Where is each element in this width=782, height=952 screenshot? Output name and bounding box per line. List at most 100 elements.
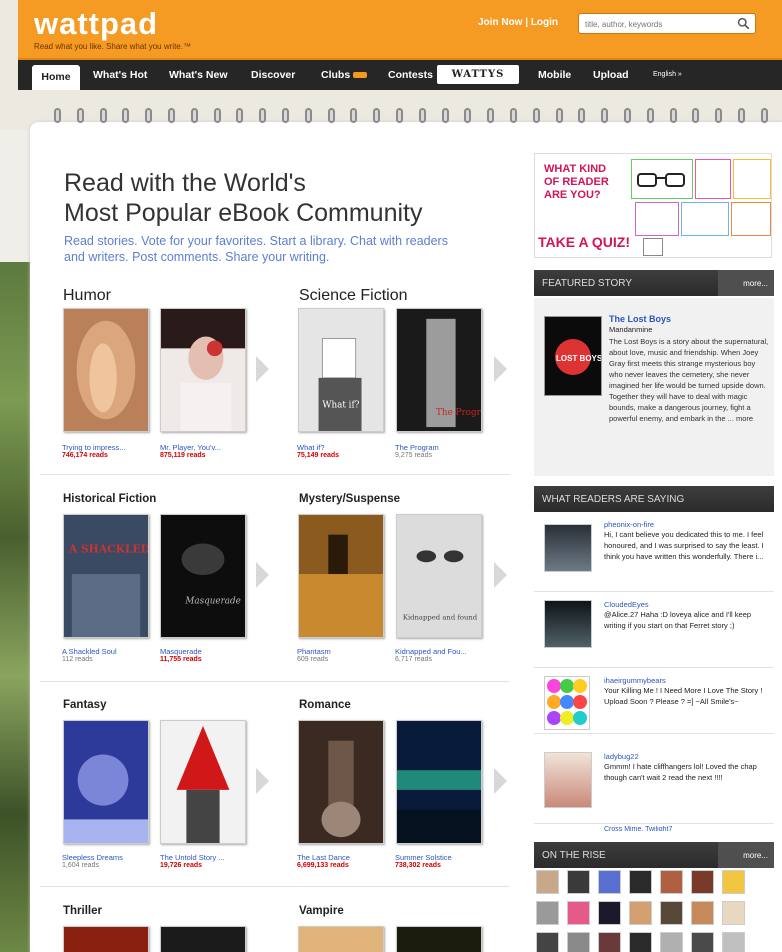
nav-discover[interactable]: Discover xyxy=(251,69,295,81)
comment-username[interactable]: ihaeirgummybears xyxy=(604,676,666,685)
on-the-rise-title: ON THE RISE xyxy=(542,850,606,861)
comment-username-partial[interactable]: Cross Mime, Twilight7 xyxy=(604,826,672,831)
next-arrow-icon[interactable] xyxy=(494,562,507,588)
category-title[interactable]: Thriller xyxy=(63,905,102,917)
member-avatar[interactable] xyxy=(691,901,714,925)
book-title-link[interactable]: The Untold Story ... xyxy=(160,853,250,862)
book-cover[interactable] xyxy=(298,514,384,638)
book-cover[interactable] xyxy=(160,720,246,844)
on-the-rise-header: ON THE RISE more... xyxy=(534,842,774,868)
book-cover[interactable] xyxy=(396,926,482,952)
comment-book-thumb[interactable] xyxy=(544,600,592,648)
book-cover[interactable] xyxy=(298,926,384,952)
book-cover[interactable]: A SHACKLED SOUL xyxy=(63,514,188,638)
featured-more-link[interactable]: more... xyxy=(743,279,768,288)
next-arrow-icon[interactable] xyxy=(256,768,269,794)
book-title-link[interactable]: Sleepless Dreams xyxy=(62,853,152,862)
book-title-link[interactable]: Summer Solstice xyxy=(395,853,485,862)
join-now-link[interactable]: Join Now xyxy=(478,17,522,28)
category-title[interactable]: Fantasy xyxy=(63,699,106,711)
book-title-link[interactable]: Phantasm xyxy=(297,647,387,656)
member-avatar[interactable] xyxy=(722,870,745,894)
book-cover[interactable]: Masquerade xyxy=(160,514,246,638)
member-avatar[interactable] xyxy=(691,932,714,952)
wattpad-logo[interactable]: wattpad xyxy=(34,6,158,42)
category-title[interactable]: Mystery/Suspense xyxy=(299,493,400,505)
nav-whats-new[interactable]: What's New xyxy=(169,69,228,81)
member-avatar[interactable] xyxy=(722,901,745,925)
book-title-link[interactable]: Kidnapped and Fou... xyxy=(395,647,485,656)
book-cover[interactable]: The Program xyxy=(396,308,495,432)
comment-book-thumb[interactable] xyxy=(544,752,592,808)
member-avatar[interactable] xyxy=(722,932,745,952)
next-arrow-icon[interactable] xyxy=(256,562,269,588)
category-title[interactable]: Historical Fiction xyxy=(63,493,156,505)
book-title-link[interactable]: Mr. Player, You'v... xyxy=(160,443,250,452)
nav-upload[interactable]: Upload xyxy=(593,69,629,81)
book-title-link[interactable]: A Shackled Soul xyxy=(62,647,152,656)
member-avatar[interactable] xyxy=(567,932,590,952)
featured-author[interactable]: Mandanmine xyxy=(609,325,652,334)
reader-quiz-banner[interactable]: WHAT KIND OF READER ARE YOU? TAKE A QUIZ… xyxy=(534,153,772,258)
member-avatar[interactable] xyxy=(598,932,621,952)
book-cover[interactable]: What if? xyxy=(298,308,384,432)
member-avatar[interactable] xyxy=(536,870,559,894)
book-cover[interactable] xyxy=(396,720,482,844)
login-link[interactable]: Login xyxy=(531,17,558,28)
next-arrow-icon[interactable] xyxy=(494,768,507,794)
member-avatar[interactable] xyxy=(660,870,683,894)
wattys-logo[interactable]: WATTYS xyxy=(437,65,519,84)
member-avatar[interactable] xyxy=(598,870,621,894)
comment-username[interactable]: CloudedEyes xyxy=(604,600,649,609)
book-cover-art xyxy=(64,721,148,843)
member-avatar[interactable] xyxy=(691,870,714,894)
comment-username[interactable]: pheonix-on-fire xyxy=(604,520,654,529)
nav-contests[interactable]: Contests xyxy=(388,69,433,81)
rise-more-link[interactable]: more... xyxy=(743,851,768,860)
member-avatar[interactable] xyxy=(660,932,683,952)
search-icon[interactable] xyxy=(737,17,750,30)
cover-text: Kidnapped and found xyxy=(403,613,478,621)
book-cover[interactable] xyxy=(63,926,149,952)
category-title[interactable]: Science Fiction xyxy=(299,287,408,305)
member-avatar[interactable] xyxy=(567,901,590,925)
featured-title-link[interactable]: The Lost Boys xyxy=(609,314,671,324)
member-avatar[interactable] xyxy=(536,932,559,952)
search-input[interactable] xyxy=(579,15,729,34)
book-title-link[interactable]: The Last Dance xyxy=(297,853,387,862)
member-avatar[interactable] xyxy=(567,870,590,894)
nav-clubs[interactable]: Clubs xyxy=(321,69,368,81)
book-cover[interactable] xyxy=(160,926,246,952)
book-title-link[interactable]: Masquerade xyxy=(160,647,250,656)
next-arrow-icon[interactable] xyxy=(256,356,269,382)
book-title-link[interactable]: Trying to impress... xyxy=(62,443,152,452)
book-cover[interactable] xyxy=(160,308,246,432)
category-title[interactable]: Vampire xyxy=(299,905,344,917)
member-avatar[interactable] xyxy=(660,901,683,925)
book-cover[interactable] xyxy=(63,308,149,432)
member-avatar[interactable] xyxy=(629,932,652,952)
nav-mobile[interactable]: Mobile xyxy=(538,69,571,81)
take-quiz-cta[interactable]: TAKE A QUIZ! xyxy=(538,234,630,250)
nav-home[interactable]: Home xyxy=(32,65,80,90)
book-cover-art: What if? xyxy=(299,309,383,431)
book-title-link[interactable]: What if? xyxy=(297,443,387,452)
next-arrow-icon[interactable] xyxy=(494,356,507,382)
nav-whats-hot[interactable]: What's Hot xyxy=(93,69,147,81)
book-cover[interactable]: Kidnapped and found xyxy=(396,514,482,638)
book-title-link[interactable]: The Program xyxy=(395,443,485,452)
member-avatar[interactable] xyxy=(629,901,652,925)
member-avatar[interactable] xyxy=(629,870,652,894)
category-title[interactable]: Humor xyxy=(63,287,111,305)
book-cover[interactable] xyxy=(298,720,384,844)
language-selector[interactable]: English » xyxy=(653,71,682,78)
cover-text: Masquerade xyxy=(184,597,240,607)
comment-book-thumb[interactable] xyxy=(544,676,590,730)
member-avatar[interactable] xyxy=(536,901,559,925)
comment-book-thumb[interactable] xyxy=(544,524,592,572)
category-title[interactable]: Romance xyxy=(299,699,351,711)
featured-cover[interactable]: LOST BOYS xyxy=(544,316,603,396)
book-cover[interactable] xyxy=(63,720,149,844)
comment-username[interactable]: ladybug22 xyxy=(604,752,639,761)
member-avatar[interactable] xyxy=(598,901,621,925)
